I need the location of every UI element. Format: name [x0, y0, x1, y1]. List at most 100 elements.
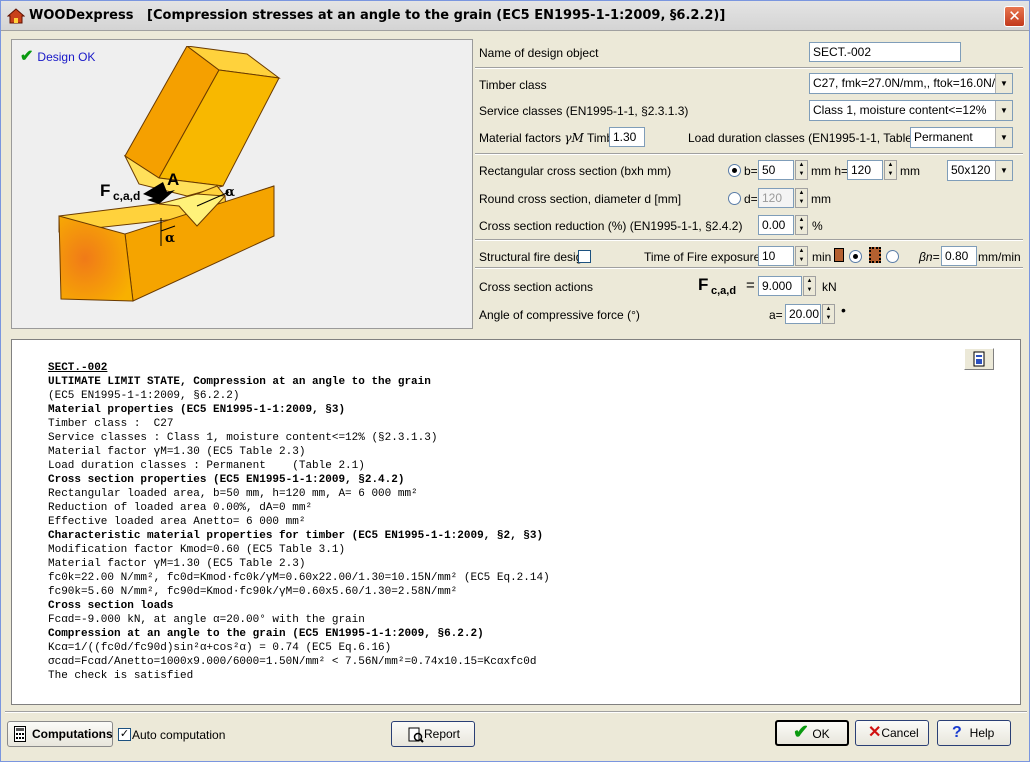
point-a-label: A — [167, 170, 179, 189]
fire-time-label: Time of Fire exposure t= — [644, 250, 774, 264]
load-duration-value: Permanent — [914, 130, 973, 144]
force-symbol: F — [698, 275, 709, 294]
d-input[interactable]: 120 — [758, 188, 794, 208]
report-line: Kcα=1/((fc0d/fc90d)sin²α+cos²α) = 0.74 (… — [48, 642, 392, 654]
d-label: d= — [744, 192, 758, 206]
force-subscript: c,a,d — [113, 189, 140, 203]
angle-spinner[interactable]: ▲ ▼ — [822, 304, 835, 324]
gamma-m-symbol: γM — [564, 131, 584, 145]
d-spinner[interactable]: ▲ ▼ — [795, 188, 808, 208]
cancel-label: Cancel — [881, 726, 919, 740]
chevron-down-icon: ▼ — [995, 161, 1012, 180]
b-input[interactable]: 50 — [758, 160, 794, 180]
fire-4side-radio[interactable] — [886, 250, 899, 263]
rect-section-radio[interactable] — [728, 164, 741, 177]
close-button[interactable]: ✕ — [1004, 6, 1025, 27]
timber-class-select[interactable]: C27, fmk=27.0N/mm,, ftok=16.0N/m ▼ — [809, 73, 1013, 94]
service-class-value: Class 1, moisture content<=12% — [813, 103, 987, 117]
chevron-down-icon: ▼ — [995, 101, 1012, 120]
angle-variable: a= — [769, 308, 783, 322]
auto-computation-checkbox[interactable]: ✓ — [118, 728, 131, 741]
ok-label: OK — [812, 727, 830, 741]
app-window: WOODexpress [Compression stresses at an … — [0, 0, 1030, 762]
b-spinner[interactable]: ▲ ▼ — [795, 160, 808, 180]
report-label: Report — [423, 727, 461, 741]
close-icon: ✕ — [1008, 7, 1021, 25]
force-equals: = — [746, 277, 755, 294]
timber-class-value: C27, fmk=27.0N/mm,, ftok=16.0N/m — [813, 76, 1006, 90]
rect-preset-select[interactable]: 50x120 ▼ — [947, 160, 1013, 181]
force-unit: kN — [822, 280, 837, 294]
separator — [475, 153, 1023, 155]
force-label: F — [100, 181, 110, 200]
design-object-input[interactable]: SECT.-002 — [809, 42, 961, 62]
reduction-spinner[interactable]: ▲ ▼ — [795, 215, 808, 235]
round-section-label: Round cross section, diameter d [mm] — [479, 192, 682, 206]
report-line: Material factor γM=1.30 (EC5 Table 2.3) — [48, 558, 306, 570]
fire-time-unit: min — [812, 250, 832, 264]
beta-label: βn= — [919, 250, 940, 264]
material-factors-text: Material factors — [479, 131, 562, 145]
report-line: fc0k=22.00 N/mm², fc0d=Kmod·fc0k/γM=0.60… — [48, 572, 550, 584]
report-line: fc90k=5.60 N/mm², fc90d=Kmod·fc90k/γM=0.… — [48, 586, 458, 598]
angle-input[interactable]: 20.00 — [785, 304, 821, 324]
material-factors-label: Material factors γM Timber — [479, 131, 624, 145]
angle-label: Angle of compressive force (°) — [479, 308, 640, 322]
ok-button[interactable]: ✔ OK — [775, 720, 849, 746]
report-line: Modification factor Kmod=0.60 (EC5 Table… — [48, 544, 346, 556]
report-line: Fcαd=-9.000 kN, at angle α=20.00° with t… — [48, 614, 365, 626]
report-line: Compression at an angle to the grain (EC… — [48, 628, 484, 640]
force-spinner[interactable]: ▲ ▼ — [803, 276, 816, 296]
beta-unit: mm/min — [978, 250, 1021, 264]
force-input[interactable]: 9.000 — [758, 276, 802, 296]
beta-input[interactable]: 0.80 — [941, 246, 977, 266]
report-output[interactable]: SECT.-002 ULTIMATE LIMIT STATE, Compressi… — [11, 339, 1021, 705]
service-class-label: Service classes (EN1995-1-1, §2.3.1.3) — [479, 104, 689, 118]
report-line: (EC5 EN1995-1-1:2009, §6.2.2) — [48, 390, 240, 402]
module-title: [Compression stresses at an angle to the… — [147, 8, 726, 23]
load-duration-select[interactable]: Permanent ▼ — [910, 127, 1013, 148]
diagram-panel: ✔ Design OK F c,a,d A α α — [11, 39, 473, 329]
computations-button[interactable]: Computations — [7, 721, 113, 747]
checkmark-icon: ✔ — [20, 48, 34, 65]
fire-time-spinner[interactable]: ▲ ▼ — [795, 246, 808, 266]
fire-time-input[interactable]: 10 — [758, 246, 794, 266]
report-button[interactable]: Report — [391, 721, 475, 747]
computations-label: Computations — [32, 727, 113, 741]
ok-check-icon: ✔ — [793, 722, 809, 743]
beam-end — [58, 215, 134, 302]
b-label: b= — [744, 164, 758, 178]
actions-label: Cross section actions — [479, 280, 594, 294]
report-line: Cross section loads — [48, 600, 174, 612]
reduction-input[interactable]: 0.00 — [758, 215, 794, 235]
fire-design-checkbox[interactable] — [578, 250, 591, 263]
report-line: σcαd=Fcαd/Anetto=1000x9.000/6000=1.50N/m… — [48, 656, 537, 668]
service-class-select[interactable]: Class 1, moisture content<=12% ▼ — [809, 100, 1013, 121]
alpha-label-upper: α — [225, 185, 235, 200]
timber-factor-input[interactable]: 1.30 — [609, 127, 645, 147]
separator — [5, 711, 1027, 713]
title-bar: WOODexpress [Compression stresses at an … — [1, 1, 1029, 31]
help-button[interactable]: ? Help — [937, 720, 1011, 746]
design-object-label: Name of design object — [479, 46, 599, 60]
h-spinner[interactable]: ▲ ▼ — [884, 160, 897, 180]
d-unit-label: mm — [811, 192, 831, 206]
chevron-down-icon: ▼ — [995, 128, 1012, 147]
report-line: Timber class : C27 — [48, 418, 174, 430]
fire-exposure-3side-icon — [834, 248, 844, 262]
print-icon — [973, 351, 985, 367]
report-line: Effective loaded area Anetto= 6 000 mm² — [48, 516, 306, 528]
report-line: ULTIMATE LIMIT STATE, Compression at an … — [48, 376, 431, 388]
report-line: Service classes : Class 1, moisture cont… — [48, 432, 438, 444]
fire-exposure-4side-icon — [869, 247, 881, 263]
round-section-radio[interactable] — [728, 192, 741, 205]
separator — [475, 67, 1023, 69]
report-line: The check is satisfied — [48, 670, 194, 682]
print-button[interactable] — [964, 348, 994, 370]
h-input[interactable]: 120 — [847, 160, 883, 180]
separator — [475, 239, 1023, 241]
report-line: SECT.-002 — [48, 362, 108, 374]
cancel-button[interactable]: ✕ Cancel — [855, 720, 929, 746]
fire-3side-radio[interactable] — [849, 250, 862, 263]
calculator-icon — [14, 726, 26, 742]
